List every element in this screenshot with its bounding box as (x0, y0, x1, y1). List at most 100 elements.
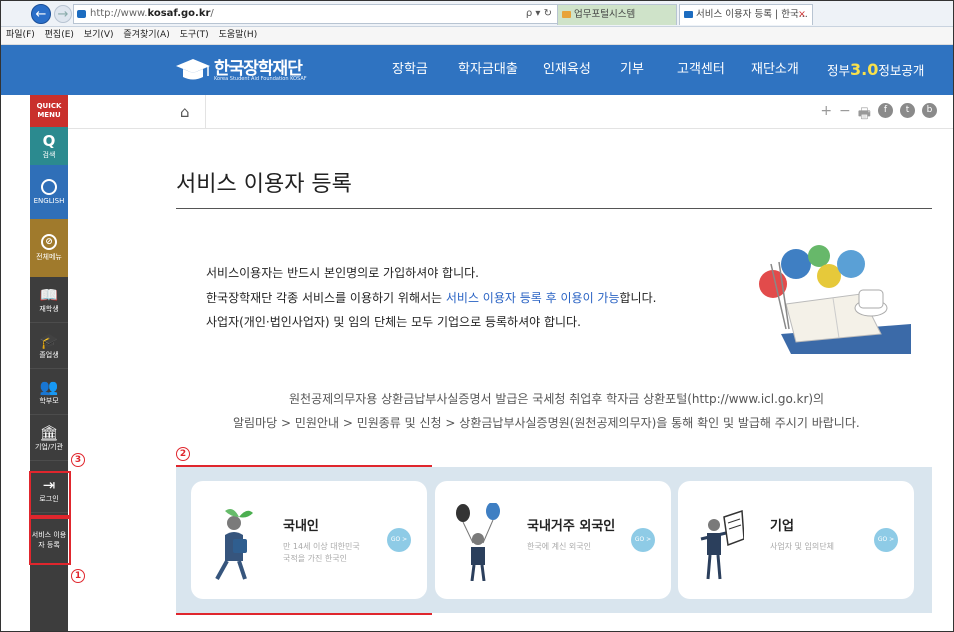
quick-search-button[interactable]: Q 검색 (30, 127, 68, 165)
kosaf-logo[interactable]: 한국장학재단 Korea Student Aid Foundation KOSA… (176, 52, 311, 88)
card-company[interactable]: 기업 사업자 및 임의단체 GO > (678, 481, 914, 599)
notice-line-1: 원천공제의무자용 상환금납부사실증명서 발급은 국세청 취업후 학자금 상환포털… (289, 392, 825, 406)
nav-donation[interactable]: 기부 (620, 45, 644, 95)
quick-company-button[interactable]: 🏛 기업/기관 (30, 415, 68, 461)
people-icon: 👥 (39, 377, 59, 396)
nav-talent-development[interactable]: 인재육성 (543, 45, 591, 95)
gov-suffix: 정보공개 (878, 63, 925, 78)
card-description: 사업자 및 임의단체 (770, 541, 834, 553)
quick-english-button[interactable]: ENGLISH (30, 165, 68, 219)
tab-label: 업무포털시스템 (574, 9, 636, 20)
card-domestic[interactable]: 국내인 만 14세 이상 대한민국 국적을 가진 한국인 GO > (191, 481, 427, 599)
card-description-line: 만 14세 이상 대한민국 (283, 542, 360, 551)
menu-help[interactable]: 도움말(H) (219, 30, 258, 40)
quick-search-label: 검색 (42, 151, 56, 159)
browser-window: ← → http://www.kosaf.go.kr/ ρ ▾ ↻ 업무포털시스… (0, 0, 954, 632)
quick-all-menu-button[interactable]: ⊘ 전체메뉴 (30, 219, 68, 277)
person-plant-icon (215, 509, 253, 580)
intro-line-3: 사업자(개인·법인사업자) 및 임의 단체는 모두 기업으로 등록하셔야 합니다… (206, 315, 581, 329)
tab-service-registration[interactable]: 서비스 이용자 등록 | 한국... × (679, 4, 813, 25)
quick-graduate-button[interactable]: 🎓 졸업생 (30, 323, 68, 369)
quick-menu-label: QUICK MENU (36, 102, 62, 119)
marker-1: 1 (71, 569, 85, 583)
card-title: 국내인 (283, 519, 319, 534)
title-divider (176, 208, 932, 209)
quick-parent-button[interactable]: 👥 학부모 (30, 369, 68, 415)
menu-view[interactable]: 보기(V) (84, 30, 114, 40)
intro-line-2-post: 합니다. (619, 291, 657, 305)
quick-enrolled-label: 재학생 (39, 304, 59, 313)
menu-edit[interactable]: 편집(E) (45, 30, 74, 40)
back-button[interactable]: ← (31, 4, 51, 24)
nav-scholarship[interactable]: 장학금 (392, 45, 428, 95)
close-tab-icon[interactable]: × (798, 5, 806, 24)
site-header: 한국장학재단 Korea Student Aid Foundation KOSA… (1, 45, 953, 95)
yarn-book-illustration (759, 245, 911, 354)
url-prefix: http://www. (90, 8, 148, 19)
menu-favorites[interactable]: 즐겨찾기(A) (123, 30, 169, 40)
go-button[interactable]: GO > (631, 528, 655, 552)
facebook-icon[interactable]: f (878, 103, 893, 118)
tab-label: 서비스 이용자 등록 | 한국... (696, 9, 808, 20)
forward-button[interactable]: → (54, 5, 72, 23)
url-input[interactable]: http://www.kosaf.go.kr/ ρ ▾ ↻ (73, 4, 559, 24)
site-favicon-icon (684, 11, 693, 18)
graduation-cap-icon (176, 59, 210, 80)
nav-customer-center[interactable]: 고객센터 (677, 45, 725, 95)
gov30-disclosure-link[interactable]: 정부3.0정보공개 (827, 45, 924, 95)
search-refresh-controls[interactable]: ρ ▾ ↻ (526, 5, 552, 23)
quick-english-label: ENGLISH (33, 197, 65, 205)
blog-icon[interactable]: b (922, 103, 937, 118)
zoom-out-icon[interactable]: − (839, 103, 851, 127)
nav-student-loan[interactable]: 학자금대출 (458, 45, 518, 95)
page-title: 서비스 이용자 등록 (176, 172, 352, 197)
intro-line-2-pre: 한국장학재단 각종 서비스를 이용하기 위해서는 (206, 291, 446, 305)
divider (205, 95, 206, 128)
quick-parent-label: 학부모 (39, 396, 59, 405)
address-bar: ← → http://www.kosaf.go.kr/ ρ ▾ ↻ 업무포털시스… (1, 1, 953, 27)
print-icon[interactable]: 🖶 (858, 103, 871, 127)
arrow-left-icon: ← (35, 6, 47, 22)
compass-icon: ⊘ (41, 234, 57, 250)
search-icon: Q (42, 132, 56, 150)
card-title: 기업 (770, 519, 794, 534)
card-description-line: 한국에 계신 외국인 (527, 542, 591, 551)
nav-foundation-intro[interactable]: 재단소개 (751, 45, 799, 95)
home-icon[interactable]: ⌂ (180, 103, 190, 121)
intro-line-2-highlight: 서비스 이용자 등록 후 이용이 가능 (445, 291, 620, 305)
graduation-cap-icon: 🎓 (39, 331, 59, 350)
building-icon: 🏛 (39, 423, 59, 442)
card-description: 한국에 계신 외국인 (527, 541, 591, 553)
card-description-line: 국적을 가진 한국인 (283, 554, 347, 563)
twitter-icon[interactable]: t (900, 103, 915, 118)
tab-portal[interactable]: 업무포털시스템 (557, 4, 677, 25)
sub-toolbar: ⌂ + − 🖶 f t b (68, 95, 953, 129)
card-foreign-resident[interactable]: 국내거주 외국인 한국에 계신 외국인 GO > (435, 481, 671, 599)
card-description: 만 14세 이상 대한민국 국적을 가진 한국인 (283, 541, 360, 565)
person-balloons-icon (456, 503, 500, 581)
menu-tools[interactable]: 도구(T) (180, 30, 209, 40)
intro-line-1: 서비스이용자는 반드시 본인명의로 가입하셔야 합니다. (206, 266, 479, 280)
gov-prefix: 정부 (827, 63, 851, 78)
marker-2: 2 (176, 447, 190, 461)
arrow-right-icon: → (57, 6, 69, 22)
card-title: 국내거주 외국인 (527, 519, 616, 534)
gov-number: 3.0 (850, 60, 879, 79)
person-document-icon (700, 509, 744, 580)
marker-3: 3 (71, 453, 85, 467)
book-icon: 📖 (39, 285, 59, 304)
go-button[interactable]: GO > (874, 528, 898, 552)
page-tools: + − 🖶 f t b (820, 103, 937, 127)
quick-enrolled-button[interactable]: 📖 재학생 (30, 277, 68, 323)
card-description-line: 사업자 및 임의단체 (770, 542, 834, 551)
quick-menu-title: QUICK MENU (30, 95, 68, 127)
quick-company-label: 기업/기관 (34, 442, 64, 451)
url-suffix: / (210, 8, 214, 19)
intro-line-2: 한국장학재단 각종 서비스를 이용하기 위해서는 서비스 이용자 등록 후 이용… (206, 289, 656, 306)
highlight-register (29, 517, 71, 565)
globe-icon (41, 179, 57, 195)
zoom-in-icon[interactable]: + (820, 103, 832, 127)
go-button[interactable]: GO > (387, 528, 411, 552)
menu-file[interactable]: 파일(F) (6, 30, 35, 40)
notice-line-2: 알림마당 > 민원안내 > 민원종류 및 신청 > 상환금납부사실증명원(원천공… (233, 416, 860, 430)
